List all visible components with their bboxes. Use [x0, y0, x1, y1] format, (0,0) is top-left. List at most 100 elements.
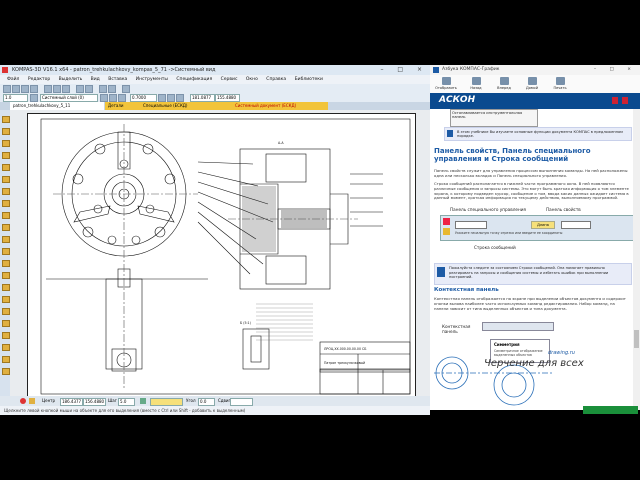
scale-field[interactable]: 1.0	[3, 94, 28, 102]
info-icon	[447, 130, 453, 137]
kompas-window-buttons[interactable]: – □ ×	[380, 65, 428, 75]
dimensions-icon[interactable]	[2, 128, 10, 135]
step-label: Шаг	[108, 398, 117, 403]
tab-special[interactable]: Специальные (ЕСКД)	[140, 102, 232, 110]
insert-icon[interactable]	[2, 224, 10, 231]
forward-button[interactable]: Вперед	[490, 76, 518, 92]
save-icon[interactable]	[21, 85, 29, 93]
paste-icon[interactable]	[62, 85, 70, 93]
print-button[interactable]: Печать	[546, 76, 574, 92]
show-button[interactable]: Отобразить	[432, 76, 460, 92]
drawing-sheet[interactable]: А-А Б (5:1) ЛРОЦ.ХХ.000.00.00.00 СБ Патр…	[27, 113, 416, 399]
layer-field[interactable]: Системный слой (0)	[40, 94, 98, 102]
zoom-field[interactable]: 0.7000	[130, 94, 157, 102]
print-icon[interactable]	[30, 85, 38, 93]
nav-up-icon[interactable]	[612, 97, 618, 104]
pan-icon[interactable]	[158, 94, 166, 102]
grid-icon[interactable]	[176, 94, 184, 102]
line-icon[interactable]	[2, 308, 10, 315]
tab-document[interactable]: patron_trehkulachkovy_5_11	[10, 102, 104, 110]
arc-icon[interactable]	[2, 296, 10, 303]
spec-icon[interactable]	[2, 200, 10, 207]
menu-libraries[interactable]: Библиотеки	[295, 77, 323, 82]
context-toolbar-image	[482, 322, 554, 331]
menu-specification[interactable]: Спецификация	[176, 77, 212, 82]
special-panel-label: Панель специального управления	[450, 207, 526, 212]
property-panel-image: Длина Укажите начальную точку отрезка ил…	[440, 215, 634, 241]
table-icon[interactable]	[2, 284, 10, 291]
menu-service[interactable]: Сервис	[221, 77, 238, 82]
designations-icon[interactable]	[2, 140, 10, 147]
tab-system-document[interactable]: Системный документ (ЕСКД)	[232, 102, 328, 110]
redo-icon[interactable]	[85, 85, 93, 93]
intro-note: В этом учебнике Вы изучаете основные фун…	[444, 127, 632, 141]
point-icon[interactable]	[2, 332, 10, 339]
watermark-url: drawing.ru	[548, 350, 575, 356]
stop-command-icon[interactable]	[20, 398, 26, 404]
kompas-standard-toolbar	[0, 84, 430, 93]
fillet-icon[interactable]	[2, 356, 10, 363]
undo-icon[interactable]	[76, 85, 84, 93]
reports-icon[interactable]	[2, 212, 10, 219]
sheet-icon[interactable]	[2, 236, 10, 243]
menu-insert[interactable]: Вставка	[108, 77, 127, 82]
text-icon[interactable]	[2, 272, 10, 279]
menu-select[interactable]: Выделить	[59, 77, 83, 82]
shift-field[interactable]	[230, 398, 253, 406]
hatch-icon[interactable]	[2, 260, 10, 267]
kompas-title-bar: KOMPAS-3D V16.1 x64 - patron_trehkulachk…	[0, 65, 430, 75]
menu-help[interactable]: Справка	[266, 77, 286, 82]
watermark: Черчение для всех	[484, 358, 584, 369]
zoom-out-icon[interactable]	[109, 94, 117, 102]
measure-icon[interactable]	[2, 176, 10, 183]
coord-x-field[interactable]: 181.0877	[190, 94, 215, 102]
tray-indicator	[583, 406, 638, 414]
geometry-icon[interactable]	[2, 116, 10, 123]
circle-icon[interactable]	[2, 320, 10, 327]
parametrization-icon[interactable]	[2, 164, 10, 171]
center-y-field[interactable]: 156.4880	[83, 398, 106, 406]
zoom-window-icon[interactable]	[118, 94, 126, 102]
new-document-icon[interactable]	[3, 85, 11, 93]
nav-down-icon[interactable]	[622, 97, 628, 104]
help-icon[interactable]	[122, 85, 130, 93]
help-title-bar: Азбука КОМПАС-График – □ ×	[430, 65, 640, 75]
edit-icon[interactable]	[2, 152, 10, 159]
menu-edit[interactable]: Редактор	[28, 77, 50, 82]
context-panel-label: Контекстная панель	[442, 324, 471, 334]
snap-icon[interactable]	[140, 398, 146, 404]
tab-details[interactable]: Детали	[105, 102, 141, 110]
properties-panel: Центр 186.4377 156.4880 Шаг 5.0 Угол 0.0…	[0, 396, 430, 406]
help-window-buttons[interactable]: – □ ×	[594, 65, 637, 75]
help-scrollbar[interactable]	[633, 109, 640, 410]
compact-toolbar	[0, 110, 10, 396]
copy-icon[interactable]	[53, 85, 61, 93]
open-icon[interactable]	[12, 85, 20, 93]
menu-view[interactable]: Вид	[91, 77, 100, 82]
help-scrollbar-thumb[interactable]	[634, 330, 639, 348]
angle-field[interactable]: 0.0	[198, 398, 215, 406]
view-icon[interactable]	[2, 248, 10, 255]
back-button[interactable]: Назад	[462, 76, 490, 92]
home-button[interactable]: Домой	[518, 76, 546, 92]
menu-window[interactable]: Окно	[246, 77, 258, 82]
step-field[interactable]: 5.0	[118, 398, 135, 406]
select-icon[interactable]	[2, 188, 10, 195]
chamfer-icon[interactable]	[2, 368, 10, 375]
menu-file[interactable]: Файл	[7, 77, 19, 82]
library-icon[interactable]	[108, 85, 116, 93]
auto-create-icon[interactable]	[29, 398, 35, 404]
properties-icon[interactable]	[99, 85, 107, 93]
center-x-field[interactable]: 186.4377	[60, 398, 83, 406]
menu-tools[interactable]: Инструменты	[136, 77, 168, 82]
refresh-icon[interactable]	[167, 94, 175, 102]
coord-y-field[interactable]: 155.4880	[215, 94, 240, 102]
zoom-in-icon[interactable]	[100, 94, 108, 102]
layer-icon[interactable]	[30, 94, 38, 102]
cut-icon[interactable]	[44, 85, 52, 93]
spline-icon[interactable]	[2, 344, 10, 351]
mode-field[interactable]	[150, 398, 183, 406]
property-panel-illustration: Панель специального управления Панель св…	[434, 205, 634, 260]
help-app-icon	[433, 67, 439, 73]
home-icon	[527, 77, 537, 85]
